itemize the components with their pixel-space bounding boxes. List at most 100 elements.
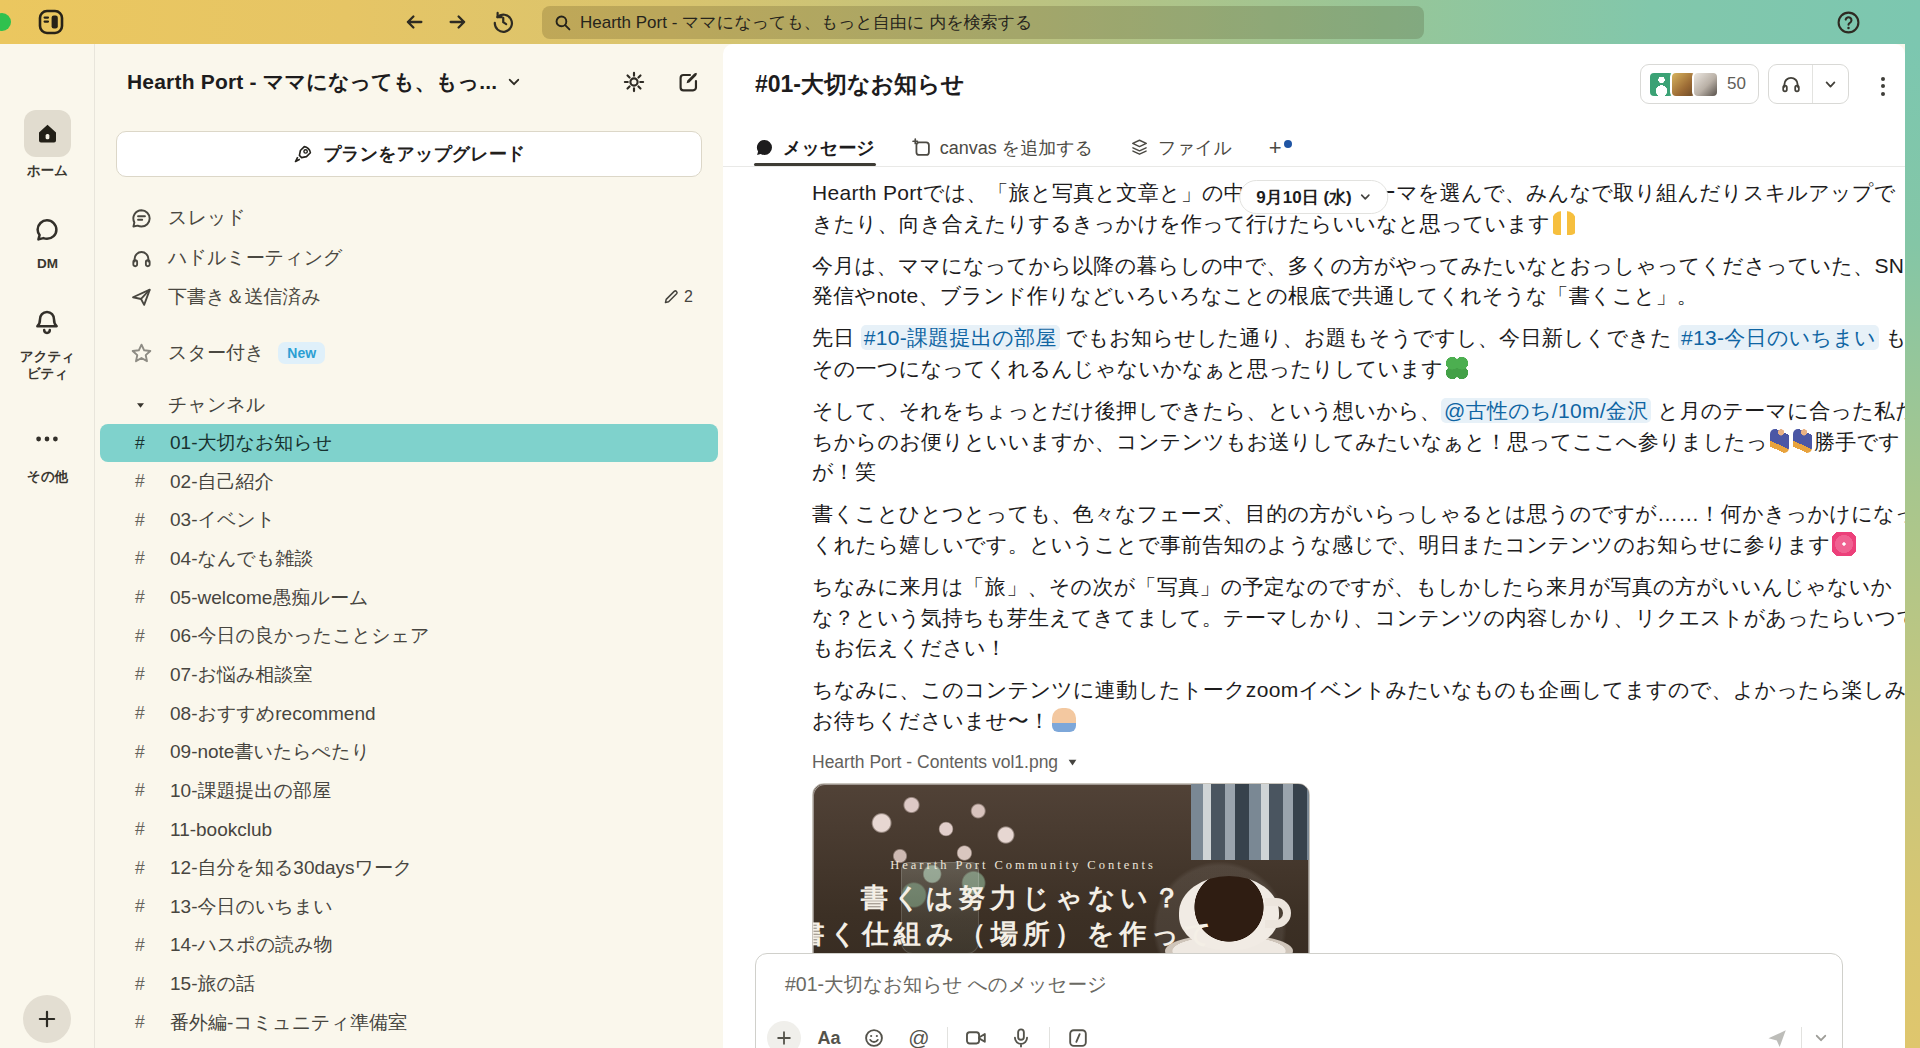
- workspace-title[interactable]: Hearth Port - ママになっても、もっ...: [127, 68, 497, 96]
- sidebar-channel-13-今日のいちまい[interactable]: #13-今日のいちまい: [100, 888, 718, 926]
- channels-section-header[interactable]: チャンネル: [116, 386, 702, 424]
- mic-icon: [1010, 1027, 1032, 1048]
- collapse-icon[interactable]: [1067, 757, 1078, 768]
- workspace-switcher-icon[interactable]: [37, 8, 65, 36]
- search-text: Hearth Port - ママになっても、もっと自由に 内を検索する: [580, 11, 1032, 34]
- sidebar-channel-04-なんでも雑談[interactable]: #04-なんでも雑談: [100, 540, 718, 578]
- photo-books: [1191, 784, 1309, 860]
- channel-name: 11-bookclub: [170, 819, 272, 841]
- search-input[interactable]: Hearth Port - ママになっても、もっと自由に 内を検索する: [542, 6, 1424, 39]
- composer-formatting-button[interactable]: Aa: [812, 1021, 846, 1048]
- sidebar-item-threads[interactable]: スレッド: [116, 199, 702, 237]
- sidebar-channel-05-welcome愚痴ルーム[interactable]: #05-welcome愚痴ルーム: [100, 579, 718, 617]
- sidebar-channel-番外編-コミュニティ準備室[interactable]: #番外編-コミュニティ準備室: [100, 1004, 718, 1042]
- message-text: ちなみに来月は「旅」、その次が「写真」の予定なのですが、もしかしたら来月が写真の…: [812, 575, 1892, 598]
- huddle-button[interactable]: [1768, 64, 1849, 104]
- back-icon[interactable]: [403, 11, 425, 33]
- drafts-icon: [130, 286, 153, 309]
- sidebar-channel-06-今日の良かったことシェア[interactable]: #06-今日の良かったことシェア: [100, 617, 718, 655]
- huddles-label: ハドルミーティング: [168, 245, 343, 271]
- message-text: と月のテーマに合った私た: [1651, 399, 1905, 422]
- traffic-light-green[interactable]: [0, 13, 11, 31]
- forward-icon[interactable]: [447, 11, 469, 33]
- drafts-count: 2: [663, 288, 693, 306]
- plus-icon: +: [1269, 135, 1282, 161]
- tab-ファイル[interactable]: ファイル: [1130, 129, 1232, 166]
- composer-emoji-button[interactable]: [857, 1021, 891, 1048]
- sidebar-channel-12-自分を知る30daysワーク[interactable]: #12-自分を知る30daysワーク: [100, 849, 718, 887]
- nav-rail: ホームDMアクティビティその他: [0, 44, 95, 1048]
- channel-name: 03-イベント: [170, 507, 275, 533]
- emoji-hibiscus-icon: [1832, 532, 1856, 556]
- rail-home-icon[interactable]: [24, 110, 71, 157]
- star-icon: [130, 342, 153, 365]
- sidebar-channel-01-大切なお知らせ[interactable]: #01-大切なお知らせ: [100, 424, 718, 462]
- message-composer[interactable]: #01-大切なお知らせ へのメッセージ Aa@: [755, 953, 1843, 1048]
- channel-name: 01-大切なお知らせ: [170, 430, 332, 456]
- channel-name: 12-自分を知る30daysワーク: [170, 855, 413, 881]
- sidebar-channel-10-課題提出の部屋[interactable]: #10-課題提出の部屋: [100, 772, 718, 810]
- chevron-down-icon: [1360, 191, 1372, 203]
- channel-header: #01-大切なお知らせ 50: [723, 44, 1905, 129]
- drafts-label: 下書き＆送信済み: [168, 284, 321, 310]
- rail-activity-icon[interactable]: [33, 308, 61, 336]
- rail-add-button[interactable]: [23, 995, 71, 1043]
- divider: [1801, 1027, 1802, 1048]
- channel-name: 13-今日のいちまい: [170, 894, 333, 920]
- channel-name: 15-旅の話: [170, 971, 255, 997]
- user-mention-link[interactable]: @古性のち/10m/金沢: [1441, 398, 1651, 423]
- sidebar-channel-07-お悩み相談室[interactable]: #07-お悩み相談室: [100, 656, 718, 694]
- attachment-title[interactable]: Hearth Port - Contents vol1.png: [812, 751, 1887, 775]
- send-button[interactable]: [1765, 1026, 1789, 1048]
- message-text: が！笑: [812, 460, 876, 483]
- composer-shortcuts-button[interactable]: [1061, 1021, 1095, 1048]
- channel-link[interactable]: #13-今日のいちまい: [1678, 325, 1879, 350]
- help-icon[interactable]: [1836, 10, 1861, 35]
- send-options-icon[interactable]: [1814, 1031, 1828, 1045]
- composer-mention-button[interactable]: @: [902, 1021, 936, 1048]
- sidebar-item-huddles[interactable]: ハドルミーティング: [116, 239, 702, 277]
- sidebar-channel-14-ハスポの読み物[interactable]: #14-ハスポの読み物: [100, 926, 718, 964]
- channel-link[interactable]: #10-課題提出の部屋: [861, 325, 1060, 350]
- channel-title[interactable]: #01-大切なお知らせ: [755, 69, 964, 100]
- rail-more-icon[interactable]: [33, 425, 61, 453]
- emoji-pray-icon: [1052, 708, 1076, 732]
- sidebar-channel-08-おすすめrecommend[interactable]: #08-おすすめrecommend: [100, 695, 718, 733]
- emoji-clover-icon: [1445, 356, 1469, 380]
- sidebar-channel-15-旅の話[interactable]: #15-旅の話: [100, 965, 718, 1003]
- sidebar-channel-09-note書いたらぺたり[interactable]: #09-note書いたらぺたり: [100, 733, 718, 771]
- sidebar-channel-02-自己紹介[interactable]: #02-自己紹介: [100, 463, 718, 501]
- sidebar-channel-11-bookclub[interactable]: #11-bookclub: [100, 811, 718, 849]
- composer-audio-button[interactable]: [1004, 1021, 1038, 1048]
- chevron-down-icon[interactable]: [507, 75, 521, 89]
- members-button[interactable]: 50: [1640, 64, 1759, 104]
- plus-icon: [775, 1029, 793, 1047]
- message-paragraph: ちなみに、このコンテンツに連動したトークzoomイベントみたいなものも企画してま…: [812, 675, 1887, 737]
- hash-icon: #: [135, 935, 155, 956]
- message-text: くれたら嬉しいです。ということで事前告知のような感じで、明日またコンテンツのお知…: [812, 533, 1830, 556]
- composer-video-button[interactable]: [959, 1021, 993, 1048]
- hash-icon: #: [135, 471, 155, 492]
- upgrade-plan-button[interactable]: プランをアップグレード: [116, 131, 702, 177]
- sidebar-item-drafts[interactable]: 下書き＆送信済み 2: [116, 278, 702, 316]
- tab-メッセージ[interactable]: メッセージ: [755, 129, 875, 166]
- more-actions-button[interactable]: [1874, 72, 1892, 100]
- gear-icon[interactable]: [622, 70, 646, 94]
- date-divider-pill[interactable]: 9月10日 (水): [1239, 180, 1388, 214]
- tab-add[interactable]: +: [1269, 129, 1282, 166]
- caret-down-icon: [135, 400, 146, 411]
- slash-command-icon: [1067, 1027, 1089, 1048]
- composer-attach-button[interactable]: [767, 1021, 801, 1048]
- hash-icon: #: [135, 433, 155, 454]
- history-icon[interactable]: [492, 11, 514, 33]
- hash-icon: #: [135, 587, 155, 608]
- message-text: ちからのお便りといいますか、コンテンツもお送りしてみたいなぁと！思ってここへ参り…: [812, 430, 1768, 453]
- compose-icon[interactable]: [677, 70, 701, 94]
- chevron-down-icon[interactable]: [1824, 78, 1837, 91]
- rail-dm-icon[interactable]: [33, 216, 61, 244]
- sidebar-item-starred[interactable]: スター付き New: [116, 334, 702, 372]
- sidebar-channel-03-イベント[interactable]: #03-イベント: [100, 501, 718, 539]
- tab-canvas を追加する[interactable]: canvas を追加する: [912, 129, 1093, 166]
- threads-icon: [130, 207, 153, 230]
- message-text: その一つになってくれるんじゃないかなぁと思ったりしています: [812, 357, 1443, 380]
